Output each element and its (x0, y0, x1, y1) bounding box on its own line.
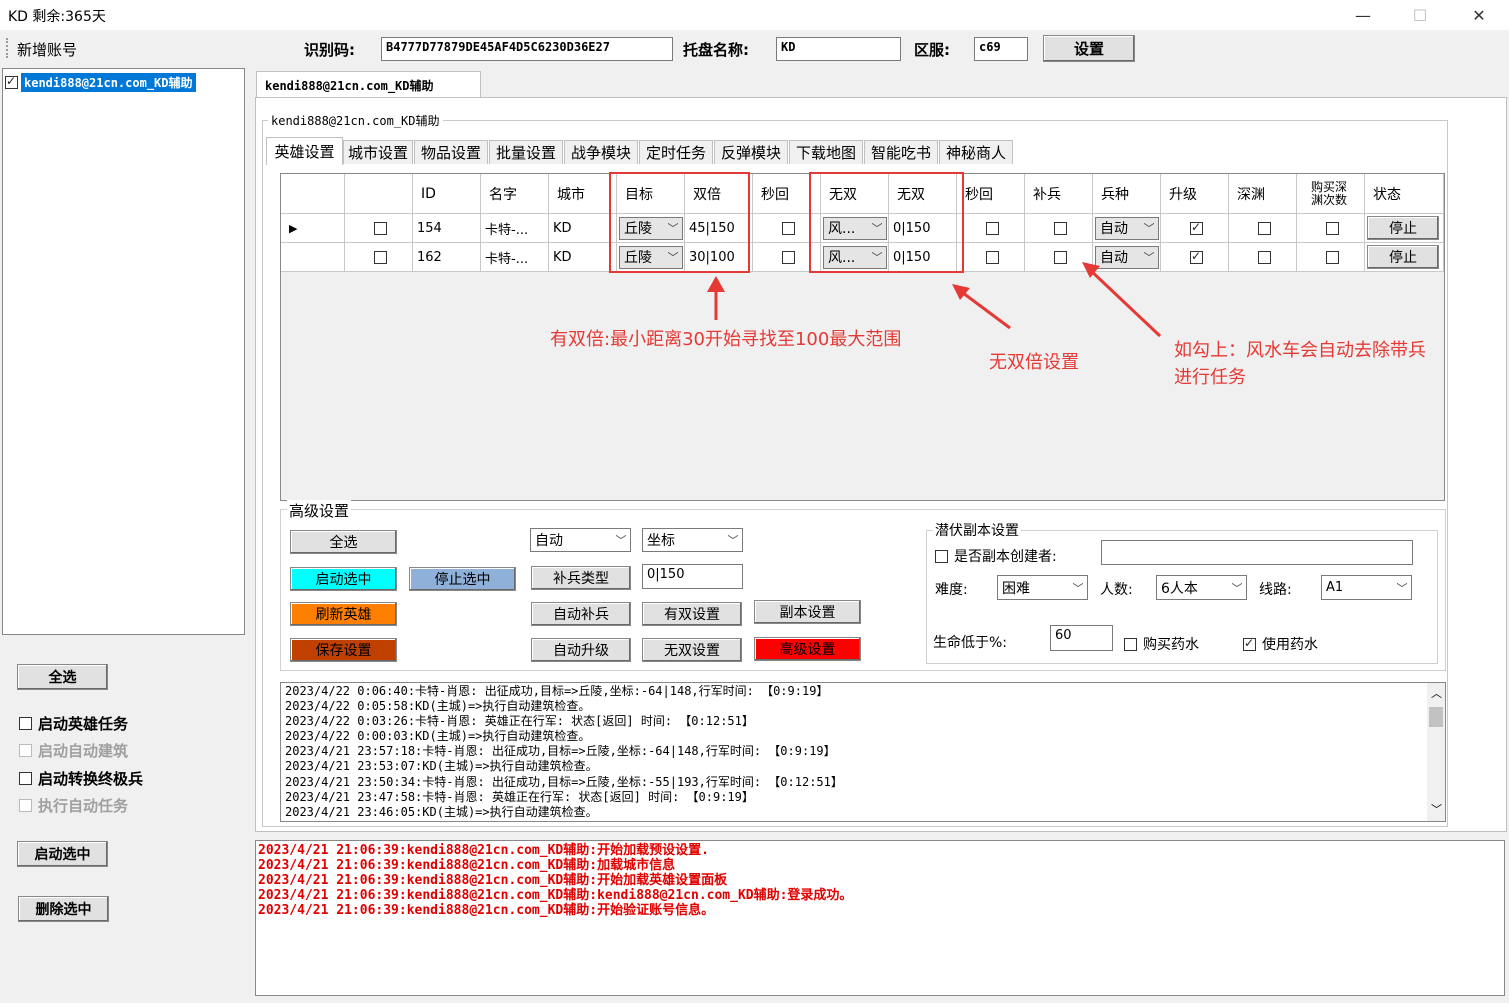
start-hero-task-checkbox[interactable] (19, 717, 32, 730)
use-potion-label: 使用药水 (1262, 637, 1318, 653)
log-line: 2023/4/21 23:53:07:KD(主城)=>执行自动建筑检查。 (285, 759, 598, 774)
hp-input[interactable]: 60 (1050, 625, 1113, 651)
start-convert-label: 启动转换终极兵 (38, 770, 144, 788)
buy-potion-label: 购买药水 (1143, 637, 1199, 653)
log-line: 2023/4/21 23:57:18:卡特-肖恩: 出征成功,目标=>丘陵,坐标… (285, 744, 836, 759)
chevron-down-icon: ﹀ (1396, 581, 1408, 595)
log-line: 2023/4/22 0:05:58:KD(主城)=>执行自动建筑检查。 (285, 699, 591, 714)
run-auto-task-option: 执行自动任务 (19, 795, 128, 816)
mode-select[interactable]: 自动 ﹀ (530, 528, 631, 552)
chevron-down-icon: ﹀ (727, 534, 739, 547)
buy-potion-option[interactable]: 购买药水 (1124, 634, 1199, 654)
system-log-panel[interactable]: 2023/4/21 21:06:39:kendi888@21cn.com_KD辅… (255, 840, 1505, 996)
scroll-down-icon[interactable]: ﹀ (1431, 801, 1442, 817)
auto-upgrade-button[interactable]: 自动升级 (531, 638, 631, 662)
hero-log-scrollbar[interactable]: ︿ ﹀ (1427, 683, 1445, 821)
log-line: 2023/4/22 0:03:26:卡特-肖恩: 英雄正在行军: 状态[返回] … (285, 714, 754, 729)
advanced-title: 高级设置 (287, 500, 352, 521)
hp-label: 生命低于%: (933, 635, 1008, 651)
start-convert-option[interactable]: 启动转换终极兵 (19, 768, 143, 789)
coord-select[interactable]: 坐标 ﹀ (642, 528, 743, 552)
run-auto-task-checkbox (19, 799, 32, 812)
annotation-reinforce-2: 进行任务 (1174, 367, 1246, 388)
annotation-wushuang: 无双倍设置 (989, 352, 1079, 373)
buy-potion-checkbox[interactable] (1124, 637, 1137, 651)
left-start-selected-button[interactable]: 启动选中 (17, 841, 108, 867)
chevron-down-icon: ﹀ (615, 534, 627, 547)
creator-input[interactable] (1101, 540, 1413, 565)
chevron-down-icon: ﹀ (1231, 581, 1243, 595)
creator-checkbox[interactable] (935, 549, 948, 563)
auto-reinforce-button[interactable]: 自动补兵 (531, 602, 631, 626)
people-label: 人数: (1100, 582, 1133, 598)
hero-log-lines: 2023/4/22 0:06:40:卡特-肖恩: 出征成功,目标=>丘陵,坐标:… (285, 684, 843, 820)
people-select[interactable]: 6人本 ﹀ (1156, 575, 1247, 600)
route-label: 线路: (1259, 582, 1292, 598)
route-select[interactable]: A1 ﹀ (1321, 575, 1412, 600)
log-line: 2023/4/21 21:06:39:kendi888@21cn.com_KD辅… (258, 903, 715, 918)
log-line: 2023/4/21 23:46:05:KD(主城)=>执行自动建筑检查。 (285, 804, 598, 819)
scroll-up-icon[interactable]: ︿ (1431, 685, 1442, 701)
arrow-diagonal-icon (958, 288, 1011, 330)
log-line: 2023/4/22 0:00:03:KD(主城)=>执行自动建筑检查。 (285, 729, 591, 744)
use-potion-option[interactable]: 使用药水 (1243, 634, 1318, 654)
stop-selected-button[interactable]: 停止选中 (409, 567, 516, 591)
chevron-down-icon: ﹀ (1072, 581, 1084, 595)
ambush-title: 潜伏副本设置 (933, 520, 1021, 540)
log-line: 2023/4/21 23:47:58:卡特-肖恩: 英雄正在行军: 状态[返回]… (285, 789, 754, 804)
difficulty-select[interactable]: 困难 ﹀ (997, 575, 1088, 600)
use-potion-checkbox[interactable] (1243, 636, 1256, 651)
start-auto-build-checkbox (19, 744, 32, 757)
delete-selected-button[interactable]: 删除选中 (18, 896, 109, 922)
arrow-head-icon (707, 276, 725, 292)
difficulty-label: 难度: (935, 582, 968, 598)
log-line: 2023/4/21 23:50:34:卡特-肖恩: 出征成功,目标=>丘陵,坐标… (285, 774, 843, 789)
wushuang-settings-button[interactable]: 无双设置 (642, 638, 742, 662)
annotation-reinforce-1: 如勾上：风水车会自动去除带兵 (1174, 340, 1426, 361)
double-settings-button[interactable]: 有双设置 (642, 602, 742, 626)
start-selected-button[interactable]: 启动选中 (290, 567, 397, 591)
select-all-button[interactable]: 全选 (290, 530, 397, 554)
log-line: 2023/4/21 21:06:39:kendi888@21cn.com_KD辅… (258, 888, 853, 903)
dungeon-settings-button[interactable]: 副本设置 (754, 600, 861, 624)
log-line: 2023/4/22 0:06:40:卡特-肖恩: 出征成功,目标=>丘陵,坐标:… (285, 684, 829, 698)
reinforce-type-button[interactable]: 补兵类型 (531, 566, 631, 590)
log-line: 2023/4/21 21:06:39:kendi888@21cn.com_KD辅… (258, 843, 709, 858)
system-log-lines: 2023/4/21 21:06:39:kendi888@21cn.com_KD辅… (258, 843, 852, 918)
save-settings-button[interactable]: 保存设置 (290, 638, 397, 662)
start-hero-task-option[interactable]: 启动英雄任务 (19, 713, 128, 734)
arrow-diagonal-icon (1086, 266, 1162, 338)
advanced-settings-button[interactable]: 高级设置 (754, 637, 861, 661)
scroll-thumb[interactable] (1429, 707, 1443, 727)
range-input[interactable]: 0|150 (642, 564, 743, 589)
annotation-double: 有双倍:最小距离30开始寻找至100最大范围 (550, 329, 902, 350)
start-auto-build-label: 启动自动建筑 (38, 742, 129, 760)
log-line: 2023/4/21 21:06:39:kendi888@21cn.com_KD辅… (258, 858, 676, 873)
run-auto-task-label: 执行自动任务 (38, 797, 129, 815)
start-hero-task-label: 启动英雄任务 (38, 715, 129, 733)
refresh-heroes-button[interactable]: 刷新英雄 (290, 602, 397, 626)
log-line: 2023/4/21 21:06:39:kendi888@21cn.com_KD辅… (258, 873, 728, 888)
creator-label: 是否副本创建者: (954, 549, 1057, 565)
hero-log-panel[interactable]: 2023/4/22 0:06:40:卡特-肖恩: 出征成功,目标=>丘陵,坐标:… (280, 682, 1446, 822)
creator-option[interactable]: 是否副本创建者: (935, 546, 1057, 566)
start-auto-build-option: 启动自动建筑 (19, 740, 128, 761)
left-select-all-button[interactable]: 全选 (17, 664, 108, 690)
start-convert-checkbox[interactable] (19, 772, 32, 785)
